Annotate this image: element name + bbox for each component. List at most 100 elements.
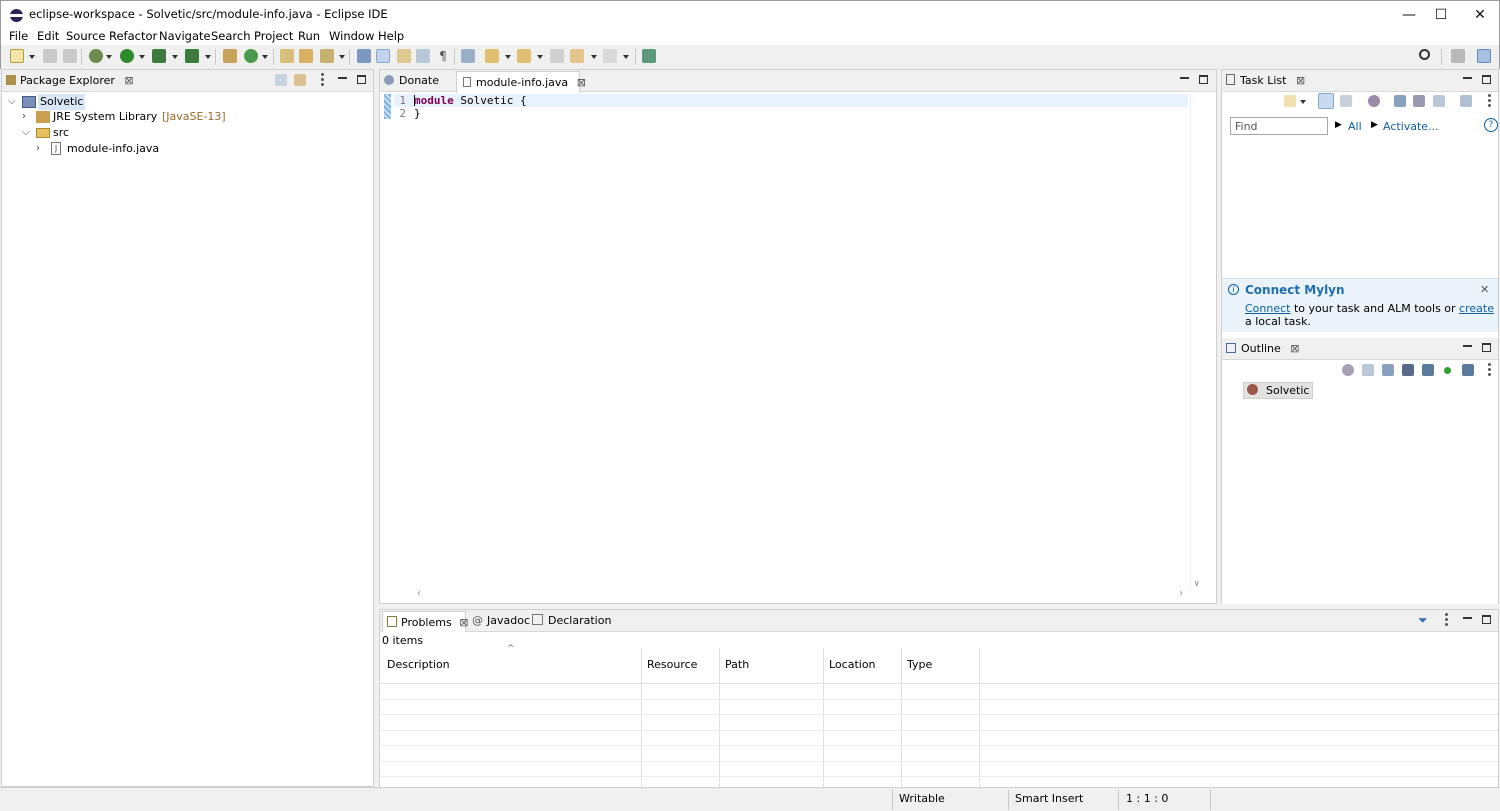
filter-completed-icon[interactable] bbox=[1394, 95, 1406, 107]
synchronize-icon[interactable] bbox=[1460, 95, 1472, 107]
new-java-project-icon[interactable] bbox=[223, 49, 237, 63]
skip-breakpoints-icon[interactable] bbox=[461, 49, 475, 63]
hide-fields-icon[interactable] bbox=[1402, 364, 1414, 376]
next-annotation-icon[interactable] bbox=[485, 49, 499, 63]
coverage-icon[interactable] bbox=[152, 49, 166, 63]
close-tab-icon[interactable]: ⊠ bbox=[1290, 342, 1299, 355]
hide-local-types-icon[interactable] bbox=[1462, 364, 1474, 376]
tab-task-list[interactable]: Task List ⊠ bbox=[1226, 70, 1305, 92]
search-tool-icon[interactable] bbox=[320, 49, 334, 63]
save-icon[interactable] bbox=[43, 49, 57, 63]
scheduled-icon[interactable] bbox=[1340, 95, 1352, 107]
connect-link[interactable]: Connect bbox=[1245, 302, 1290, 315]
external-tools-dropdown-icon[interactable] bbox=[205, 55, 211, 59]
tab-problems[interactable]: Problems ⊠ bbox=[382, 611, 468, 633]
chevron-right-icon[interactable]: › bbox=[36, 141, 40, 157]
tab-javadoc[interactable]: @ Javadoc bbox=[472, 610, 530, 632]
hide-icon[interactable] bbox=[1413, 95, 1425, 107]
view-menu-icon[interactable] bbox=[1445, 613, 1448, 627]
previous-annotation-icon[interactable] bbox=[517, 49, 531, 63]
search-icon[interactable] bbox=[1419, 49, 1430, 60]
column-description[interactable]: Description bbox=[387, 658, 450, 671]
last-edit-location-icon[interactable] bbox=[550, 49, 564, 63]
java-perspective-icon[interactable] bbox=[1477, 49, 1491, 63]
collapse-all-icon[interactable] bbox=[1362, 364, 1374, 376]
create-link[interactable]: create bbox=[1459, 302, 1494, 315]
categorized-icon[interactable] bbox=[1318, 93, 1334, 109]
collapse-all-icon[interactable] bbox=[1433, 95, 1445, 107]
paragraph-icon[interactable]: ¶ bbox=[436, 49, 450, 63]
close-tab-icon[interactable]: ⊠ bbox=[124, 74, 133, 87]
coverage-dropdown-icon[interactable] bbox=[172, 55, 178, 59]
new-task-icon[interactable] bbox=[1284, 95, 1296, 107]
view-menu-icon[interactable] bbox=[321, 73, 324, 87]
new-task-dropdown-icon[interactable] bbox=[1300, 100, 1306, 104]
tab-package-explorer[interactable]: Package Explorer ⊠ bbox=[6, 70, 134, 92]
vertical-scrollbar[interactable]: ∨ bbox=[1190, 93, 1204, 589]
link-with-editor-icon[interactable] bbox=[294, 74, 306, 86]
run-dropdown-icon[interactable] bbox=[139, 55, 145, 59]
search-dropdown-icon[interactable] bbox=[339, 55, 345, 59]
hide-static-icon[interactable] bbox=[1422, 364, 1434, 376]
scroll-down-icon[interactable]: ∨ bbox=[1194, 579, 1199, 589]
next-annotation-dropdown-icon[interactable] bbox=[505, 55, 511, 59]
status-insert-mode[interactable]: Smart Insert bbox=[1015, 792, 1083, 805]
close-tab-icon[interactable]: ⊠ bbox=[1296, 74, 1305, 87]
view-menu-icon[interactable] bbox=[1488, 94, 1491, 108]
back-dropdown-icon[interactable] bbox=[591, 55, 597, 59]
chevron-right-icon[interactable]: › bbox=[22, 109, 26, 125]
hide-nonpublic-icon[interactable] bbox=[1444, 367, 1451, 374]
toggle-block-selection-icon[interactable] bbox=[397, 49, 411, 63]
menu-source[interactable]: Source bbox=[66, 29, 106, 43]
scroll-right-icon[interactable]: › bbox=[1178, 588, 1184, 599]
menu-refactor[interactable]: Refactor bbox=[109, 29, 157, 43]
horizontal-scrollbar[interactable]: ‹ › bbox=[414, 588, 1190, 601]
new-icon[interactable] bbox=[10, 49, 24, 63]
save-all-icon[interactable] bbox=[63, 49, 77, 63]
maximize-icon[interactable] bbox=[1482, 615, 1491, 624]
maximize-icon[interactable] bbox=[1199, 75, 1208, 84]
open-task-icon[interactable] bbox=[299, 49, 313, 63]
menu-file[interactable]: File bbox=[9, 29, 28, 43]
tab-donate[interactable]: Donate bbox=[384, 70, 439, 92]
menu-project[interactable]: Project bbox=[254, 29, 293, 43]
focus-icon[interactable] bbox=[1342, 364, 1354, 376]
maximize-icon[interactable] bbox=[1482, 75, 1491, 84]
tab-module-info[interactable]: module-info.java ⊠ bbox=[456, 71, 586, 93]
close-tab-icon[interactable]: ⊠ bbox=[577, 76, 586, 89]
close-button[interactable]: ✕ bbox=[1457, 1, 1500, 29]
tab-outline[interactable]: Outline ⊠ bbox=[1226, 338, 1300, 360]
column-resource[interactable]: Resource bbox=[647, 658, 697, 671]
open-perspective-icon[interactable] bbox=[1451, 49, 1465, 63]
outline-item[interactable]: Solvetic bbox=[1243, 382, 1314, 399]
previous-annotation-dropdown-icon[interactable] bbox=[537, 55, 543, 59]
toggle-mark-occurrences-icon[interactable] bbox=[376, 49, 390, 63]
column-path[interactable]: Path bbox=[725, 658, 749, 671]
activate-link[interactable]: Activate... bbox=[1383, 120, 1439, 133]
pin-editor-icon[interactable] bbox=[642, 49, 656, 63]
code-editor[interactable]: 1 module Solvetic { 2 } ∨ ‹ › bbox=[380, 93, 1216, 603]
find-input[interactable]: Find bbox=[1230, 117, 1328, 135]
close-tab-icon[interactable]: ⊠ bbox=[459, 616, 468, 629]
minimize-icon[interactable] bbox=[1180, 77, 1189, 79]
chevron-down-icon[interactable]: ⌵ bbox=[22, 125, 30, 141]
menu-edit[interactable]: Edit bbox=[37, 29, 59, 43]
maximize-icon[interactable] bbox=[1482, 343, 1491, 352]
column-location[interactable]: Location bbox=[829, 658, 876, 671]
debug-dropdown-icon[interactable] bbox=[106, 55, 112, 59]
minimize-icon[interactable] bbox=[1463, 345, 1472, 347]
menu-search[interactable]: Search bbox=[211, 29, 251, 43]
scroll-left-icon[interactable]: ‹ bbox=[416, 588, 422, 599]
menu-help[interactable]: Help bbox=[378, 29, 404, 43]
focus-icon[interactable] bbox=[1368, 95, 1380, 107]
minimize-icon[interactable] bbox=[1463, 77, 1472, 79]
annotation-icon[interactable] bbox=[357, 49, 371, 63]
new-dropdown-icon[interactable] bbox=[29, 55, 35, 59]
new-class-dropdown-icon[interactable] bbox=[262, 55, 268, 59]
close-mylyn-icon[interactable]: ✕ bbox=[1480, 283, 1489, 296]
sort-icon[interactable] bbox=[1382, 364, 1394, 376]
maximize-icon[interactable] bbox=[357, 75, 366, 84]
status-position[interactable]: 1 : 1 : 0 bbox=[1126, 792, 1168, 805]
chevron-down-icon[interactable]: ⌵ bbox=[8, 94, 16, 110]
forward-dropdown-icon[interactable] bbox=[623, 55, 629, 59]
